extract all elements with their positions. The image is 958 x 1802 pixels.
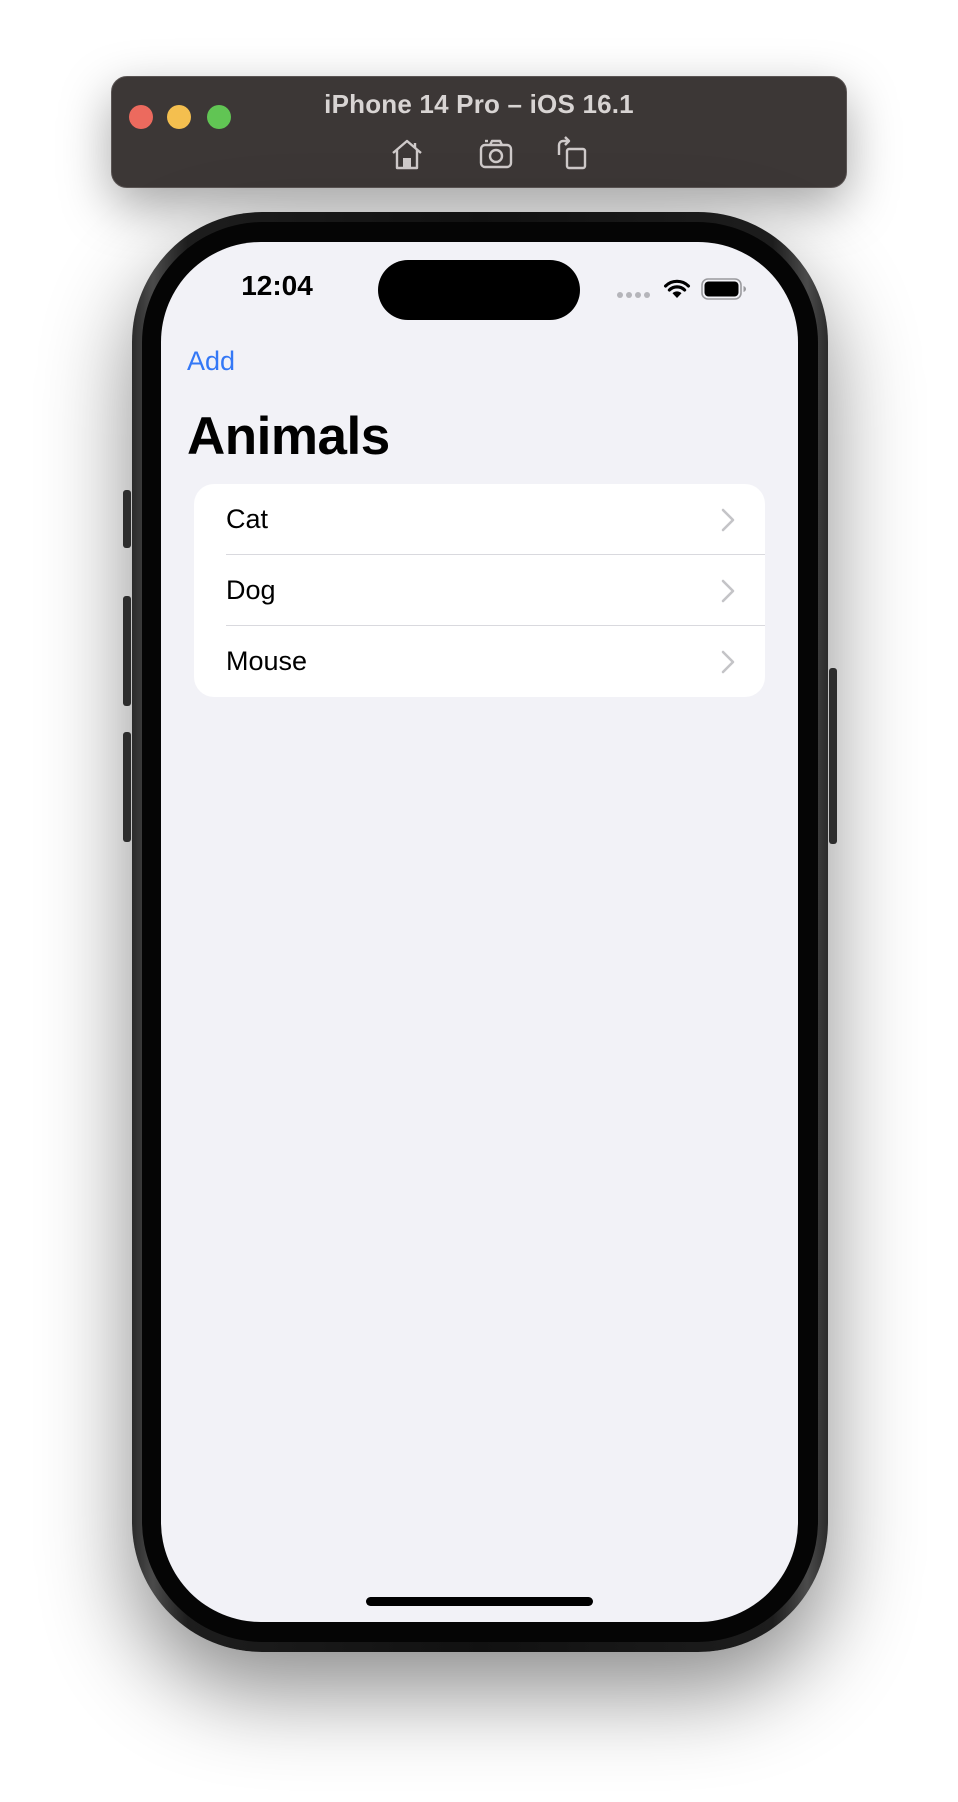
chevron-right-icon bbox=[721, 650, 735, 674]
list-item-label: Mouse bbox=[226, 646, 308, 676]
list-item-label: Dog bbox=[226, 575, 276, 605]
screenshot-icon[interactable] bbox=[477, 135, 515, 173]
volume-down-button[interactable] bbox=[123, 732, 131, 842]
dynamic-island bbox=[378, 260, 580, 320]
page-title: Animals bbox=[187, 407, 390, 466]
rotate-icon[interactable] bbox=[553, 135, 591, 173]
action-button[interactable] bbox=[123, 490, 131, 548]
simulator-title: iPhone 14 Pro – iOS 16.1 bbox=[324, 89, 634, 119]
status-time: 12:04 bbox=[241, 270, 313, 301]
animals-list: Cat Dog Mouse bbox=[194, 484, 765, 697]
home-indicator[interactable] bbox=[366, 1597, 593, 1606]
power-button[interactable] bbox=[829, 668, 837, 844]
wifi-icon bbox=[664, 279, 690, 298]
add-button[interactable]: Add bbox=[187, 346, 235, 377]
cellular-signal-icon bbox=[617, 292, 651, 298]
volume-up-button[interactable] bbox=[123, 596, 131, 706]
chevron-right-icon bbox=[721, 579, 735, 603]
home-icon[interactable] bbox=[388, 135, 426, 173]
list-item-dog[interactable]: Dog bbox=[194, 555, 765, 626]
phone-screen: 12:04 Add Animals Cat Dog Mouse bbox=[161, 242, 798, 1622]
list-item-mouse[interactable]: Mouse bbox=[194, 626, 765, 697]
chevron-right-icon bbox=[721, 508, 735, 532]
list-item-cat[interactable]: Cat bbox=[194, 484, 765, 555]
simulator-toolbar: iPhone 14 Pro – iOS 16.1 bbox=[111, 76, 847, 188]
battery-icon bbox=[701, 278, 746, 300]
list-item-label: Cat bbox=[226, 504, 269, 534]
